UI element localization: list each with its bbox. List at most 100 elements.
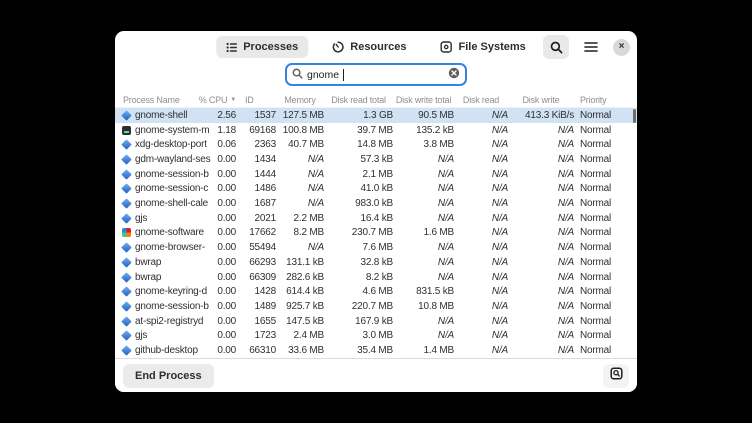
cpu-value: 0.00 xyxy=(211,330,236,341)
app-icon xyxy=(121,169,131,179)
process-name: gnome-browser- xyxy=(135,242,205,253)
table-row[interactable]: gjs 0.00 1723 2.4 MB 3.0 MB N/A N/A N/A … xyxy=(115,329,637,344)
disk-read-total-value: 1.3 GB xyxy=(324,110,393,121)
tab-filesystems[interactable]: File Systems xyxy=(431,36,536,58)
cpu-value: 0.00 xyxy=(211,227,236,238)
search-input[interactable]: gnome xyxy=(285,63,467,86)
table-row[interactable]: gnome-keyring-d 0.00 1428 614.4 kB 4.6 M… xyxy=(115,284,637,299)
table-row[interactable]: gjs 0.00 2021 2.2 MB 16.4 kB N/A N/A N/A… xyxy=(115,211,637,226)
memory-value: N/A xyxy=(276,169,324,180)
cpu-value: 0.00 xyxy=(211,286,236,297)
table-row[interactable]: gnome-shell 2.56 1537 127.5 MB 1.3 GB 90… xyxy=(115,108,637,123)
table-row[interactable]: gnome-browser- 0.00 55494 N/A 7.6 MB N/A… xyxy=(115,240,637,255)
table-row[interactable]: gnome-shell-cale 0.00 1687 N/A 983.0 kB … xyxy=(115,196,637,211)
process-name: gnome-shell-cale xyxy=(135,198,208,209)
table-row[interactable]: bwrap 0.00 66309 282.6 kB 8.2 kB N/A N/A… xyxy=(115,270,637,285)
hamburger-icon xyxy=(584,41,598,53)
column-header-disk-write[interactable]: Disk write xyxy=(508,95,574,105)
app-icon xyxy=(121,257,131,267)
search-entry-magnifier-icon xyxy=(292,66,303,84)
memory-value: 131.1 kB xyxy=(276,257,324,268)
column-header-disk-read[interactable]: Disk read xyxy=(454,95,508,105)
tab-processes[interactable]: Processes xyxy=(216,36,308,58)
table-row[interactable]: gnome-session-b 0.00 1444 N/A 2.1 MB N/A… xyxy=(115,167,637,182)
app-icon xyxy=(121,242,131,252)
close-icon: × xyxy=(619,42,625,52)
column-header-priority[interactable]: Priority xyxy=(574,95,637,105)
process-name: gjs xyxy=(135,213,147,224)
process-name: bwrap xyxy=(135,272,161,283)
cpu-value: 0.00 xyxy=(211,154,236,165)
clear-search-icon[interactable] xyxy=(448,66,460,84)
disk-write-total-value: N/A xyxy=(393,316,454,327)
priority-value: Normal xyxy=(574,154,637,165)
disk-read-total-value: 7.6 MB xyxy=(324,242,393,253)
disk-write-value: N/A xyxy=(508,345,574,356)
table-row[interactable]: gdm-wayland-ses 0.00 1434 N/A 57.3 kB N/… xyxy=(115,152,637,167)
table-row[interactable]: gnome-software 0.00 17662 8.2 MB 230.7 M… xyxy=(115,226,637,241)
app-icon xyxy=(121,331,131,341)
disk-read-total-value: 8.2 kB xyxy=(324,272,393,283)
process-name: gnome-shell xyxy=(135,110,187,121)
process-name: gnome-session-c xyxy=(135,183,208,194)
memory-value: 2.2 MB xyxy=(276,213,324,224)
app-icon xyxy=(121,184,131,194)
table-row[interactable]: xdg-desktop-port 0.06 2363 40.7 MB 14.8 … xyxy=(115,137,637,152)
tab-resources[interactable]: Resources xyxy=(322,36,416,58)
disk-read-total-value: 32.8 kB xyxy=(324,257,393,268)
disk-read-value: N/A xyxy=(454,169,508,180)
priority-value: Normal xyxy=(574,183,637,194)
process-properties-button[interactable] xyxy=(603,364,629,388)
priority-value: Normal xyxy=(574,139,637,150)
end-process-button[interactable]: End Process xyxy=(123,364,214,388)
disk-read-value: N/A xyxy=(454,330,508,341)
disk-write-total-value: N/A xyxy=(393,257,454,268)
column-header-cpu[interactable]: % CPU ▼ xyxy=(185,95,236,105)
memory-value: 925.7 kB xyxy=(276,301,324,312)
priority-value: Normal xyxy=(574,301,637,312)
process-name: xdg-desktop-port xyxy=(135,139,207,150)
disk-read-total-value: 167.9 kB xyxy=(324,316,393,327)
disk-read-total-value: 983.0 kB xyxy=(324,198,393,209)
process-name: gnome-keyring-d xyxy=(135,286,207,297)
table-row[interactable]: github-desktop 0.00 66310 33.6 MB 35.4 M… xyxy=(115,343,637,358)
memory-value: N/A xyxy=(276,183,324,194)
search-button[interactable] xyxy=(543,35,569,59)
disk-write-value: N/A xyxy=(508,183,574,194)
app-icon xyxy=(121,272,131,282)
search-text: gnome xyxy=(307,69,339,81)
disk-write-total-value: N/A xyxy=(393,183,454,194)
close-button[interactable]: × xyxy=(613,39,630,56)
tab-filesystems-label: File Systems xyxy=(459,41,526,53)
disk-read-total-value: 220.7 MB xyxy=(324,301,393,312)
table-row[interactable]: gnome-session-b 0.00 1489 925.7 kB 220.7… xyxy=(115,299,637,314)
process-name: gjs xyxy=(135,330,147,341)
table-row[interactable]: at-spi2-registryd 0.00 1655 147.5 kB 167… xyxy=(115,314,637,329)
column-header-disk-write-total[interactable]: Disk write total xyxy=(393,95,454,105)
memory-value: 100.8 MB xyxy=(276,125,324,136)
header-controls: × xyxy=(543,35,630,59)
cpu-value: 0.00 xyxy=(211,316,236,327)
column-header-disk-read-total[interactable]: Disk read total xyxy=(324,95,393,105)
priority-value: Normal xyxy=(574,272,637,283)
priority-value: Normal xyxy=(574,345,637,356)
memory-value: 127.5 MB xyxy=(276,110,324,121)
table-row[interactable]: gnome-session-c 0.00 1486 N/A 41.0 kB N/… xyxy=(115,182,637,197)
disk-write-value: N/A xyxy=(508,198,574,209)
table-row[interactable]: bwrap 0.00 66293 131.1 kB 32.8 kB N/A N/… xyxy=(115,255,637,270)
disk-read-total-value: 2.1 MB xyxy=(324,169,393,180)
app-icon xyxy=(121,154,131,164)
pid-value: 1687 xyxy=(236,198,276,209)
pid-value: 1537 xyxy=(236,110,276,121)
cpu-value: 0.00 xyxy=(211,345,236,356)
disk-read-total-value: 4.6 MB xyxy=(324,286,393,297)
scrollbar-thumb[interactable] xyxy=(633,109,636,123)
column-header-memory[interactable]: Memory xyxy=(276,95,324,105)
table-row[interactable]: gnome-system-m 1.18 69168 100.8 MB 39.7 … xyxy=(115,123,637,138)
menu-button[interactable] xyxy=(578,35,604,59)
disk-read-value: N/A xyxy=(454,154,508,165)
column-header-id[interactable]: ID xyxy=(236,95,276,105)
column-header-process-name[interactable]: Process Name xyxy=(115,95,185,105)
cpu-value: 0.00 xyxy=(211,272,236,283)
system-monitor-window: Processes Resources File Systems xyxy=(115,31,637,392)
